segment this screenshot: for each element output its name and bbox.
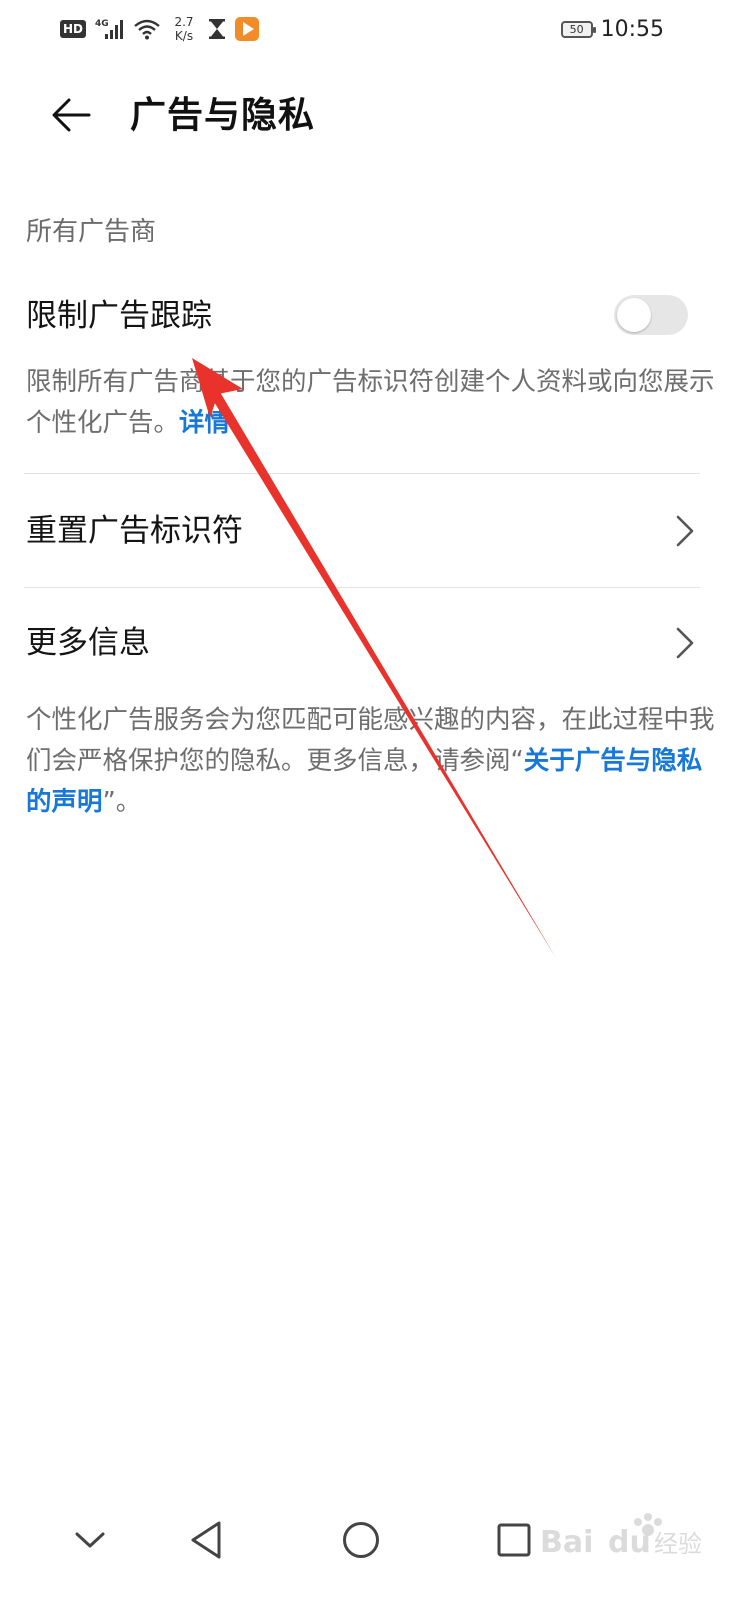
signal-4g-icon: 4G bbox=[95, 19, 124, 39]
toggle-knob bbox=[617, 298, 651, 332]
recents-square-icon bbox=[497, 1523, 531, 1557]
hourglass-icon bbox=[209, 19, 226, 39]
network-type-label: 4G bbox=[95, 19, 109, 29]
net-speed-value: 2.7 bbox=[174, 15, 194, 29]
back-triangle-icon bbox=[191, 1521, 221, 1559]
nav-recents-button[interactable] bbox=[484, 1510, 544, 1570]
wifi-icon bbox=[134, 19, 160, 40]
status-bar-right: 50 10:55 bbox=[560, 14, 664, 44]
video-app-icon bbox=[235, 17, 260, 41]
home-circle-icon bbox=[343, 1522, 379, 1558]
privacy-note-end: ”。 bbox=[102, 787, 142, 817]
chevron-right-icon bbox=[676, 627, 694, 659]
limit-ad-tracking-description-text: 限制所有广告商基于您的广告标识符创建个人资料或向您展示个性化广告。 bbox=[26, 367, 715, 438]
details-link[interactable]: 详情 bbox=[179, 408, 230, 438]
svg-text:du: du bbox=[608, 1525, 651, 1560]
limit-ad-tracking-description: 限制所有广告商基于您的广告标识符创建个人资料或向您展示个性化广告。详情 bbox=[26, 362, 716, 444]
section-header: 所有广告商 bbox=[26, 217, 157, 247]
watermark-logo: Bai du 经验 bbox=[540, 1513, 702, 1560]
battery-icon: 50 bbox=[560, 20, 596, 38]
nav-home-button[interactable] bbox=[331, 1510, 391, 1570]
app-bar: 广告与隐私 bbox=[0, 70, 738, 162]
more-info-label: 更多信息 bbox=[26, 625, 150, 661]
collapse-nav-button[interactable] bbox=[60, 1510, 120, 1570]
back-button[interactable] bbox=[44, 88, 98, 142]
limit-ad-tracking-label: 限制广告跟踪 bbox=[26, 298, 212, 334]
privacy-note: 个性化广告服务会为您匹配可能感兴趣的内容，在此过程中我们会严格保护您的隐私。更多… bbox=[26, 700, 716, 823]
reset-ad-id-label: 重置广告标识符 bbox=[26, 513, 243, 549]
page-title: 广告与隐私 bbox=[130, 95, 316, 136]
svg-text:Bai: Bai bbox=[540, 1525, 593, 1560]
hd-icon: HD bbox=[60, 20, 87, 38]
status-bar: HD 4G 2.7 K/s 50 10:55 bbox=[0, 0, 738, 58]
collapse-chevron-icon bbox=[75, 1532, 105, 1548]
back-arrow-icon bbox=[52, 98, 91, 132]
limit-ad-tracking-row[interactable]: 限制广告跟踪 bbox=[0, 290, 738, 350]
nav-back-button[interactable] bbox=[176, 1510, 236, 1570]
chevron-right-icon bbox=[676, 515, 694, 547]
reset-ad-id-row[interactable]: 重置广告标识符 bbox=[0, 474, 738, 587]
clock: 10:55 bbox=[600, 16, 664, 42]
net-speed-unit: K/s bbox=[174, 29, 194, 43]
svg-text:经验: 经验 bbox=[654, 1530, 702, 1558]
more-info-row[interactable]: 更多信息 bbox=[0, 588, 738, 700]
limit-ad-tracking-toggle[interactable] bbox=[614, 295, 688, 335]
status-bar-left: HD 4G 2.7 K/s bbox=[60, 12, 260, 46]
net-speed: 2.7 K/s bbox=[169, 15, 199, 43]
